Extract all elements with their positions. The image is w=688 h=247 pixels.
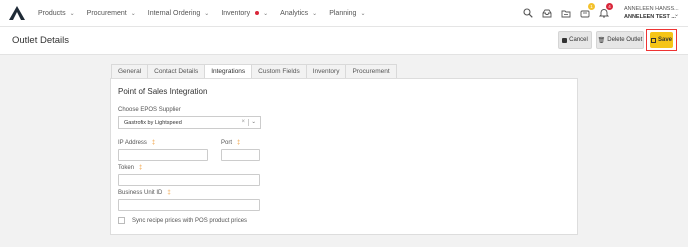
port-label-text: Port (221, 140, 233, 146)
token-label: Token ‡ (118, 165, 142, 171)
cancel-button-label: Cancel (569, 37, 588, 43)
nav-inventory[interactable]: Inventory ⌄ (221, 10, 268, 17)
port-label: Port ‡ (221, 140, 240, 146)
user-organization: ANNELEEN TEST ... (624, 14, 676, 20)
nav-inventory-label: Inventory (221, 9, 251, 17)
chevron-down-icon: ⌄ (130, 10, 136, 17)
sync-prices-label: Sync recipe prices with POS product pric… (132, 218, 248, 224)
integrations-card: Point of Sales Integration Choose EPOS S… (110, 78, 578, 235)
search-icon[interactable] (522, 7, 534, 19)
bell-icon[interactable]: 4 (598, 3, 613, 19)
epos-supplier-value: Gastrofix by Lightspeed (124, 119, 182, 126)
user-menu[interactable]: ANNELEEN HANSS... ANNELEEN TEST ... (624, 5, 679, 21)
required-marker: ‡ (151, 140, 156, 146)
toolbar-icons: 1 4 (522, 3, 617, 19)
nav-products-label: Products (38, 9, 66, 17)
folder-icon[interactable] (560, 7, 572, 19)
nav-internal-ordering[interactable]: Internal Ordering ⌄ (148, 10, 210, 17)
nav-planning[interactable]: Planning ⌄ (329, 10, 365, 17)
tab-general[interactable]: General (111, 64, 149, 79)
business-unit-label: Business Unit ID ‡ (118, 190, 171, 196)
section-title: Point of Sales Integration (118, 87, 208, 96)
tab-procurement[interactable]: Procurement (345, 64, 397, 79)
inbox-icon[interactable] (541, 7, 553, 19)
nav-analytics[interactable]: Analytics ⌄ (280, 10, 317, 17)
app-logo-icon[interactable] (9, 6, 25, 20)
stop-icon (562, 37, 568, 43)
nav-planning-label: Planning (329, 9, 357, 17)
main-menu: Products ⌄ Procurement ⌄ Internal Ordering… (38, 0, 377, 26)
business-unit-input[interactable] (118, 199, 260, 211)
sync-prices-checkbox[interactable] (118, 217, 125, 224)
epos-supplier-select[interactable]: Gastrofix by Lightspeed × ⌄ (118, 116, 261, 129)
notifications-badge: 4 (606, 3, 613, 10)
nav-analytics-label: Analytics (280, 9, 309, 17)
token-label-text: Token (118, 165, 135, 171)
chevron-down-icon: ⌄ (263, 10, 269, 17)
required-marker: ‡ (167, 190, 171, 196)
top-navigation: Products ⌄ Procurement ⌄ Internal Ordering… (0, 0, 688, 27)
chevron-down-icon: ⌄ (204, 10, 210, 17)
ip-address-label: IP Address ‡ (118, 140, 155, 146)
chevron-down-icon: ⌄ (360, 10, 366, 17)
orders-icon[interactable]: 1 (579, 3, 595, 19)
port-input[interactable] (221, 149, 260, 161)
chevron-down-icon: ⌄ (312, 10, 318, 17)
token-input[interactable] (118, 174, 260, 186)
clear-icon[interactable]: × (241, 119, 245, 125)
nav-products[interactable]: Products ⌄ (38, 10, 75, 17)
page-header: Outlet Details Cancel 🗑 Delete Outlet Sa… (0, 27, 688, 55)
tab-integrations[interactable]: Integrations (204, 64, 253, 79)
nav-internal-ordering-label: Internal Ordering (147, 9, 201, 17)
cancel-button[interactable]: Cancel (558, 31, 592, 49)
tab-contact-details[interactable]: Contact Details (147, 64, 206, 79)
tab-inventory[interactable]: Inventory (305, 64, 347, 79)
page-title: Outlet Details (12, 35, 70, 46)
user-name: ANNELEEN HANSS... (624, 6, 679, 12)
floppy-disk-icon (650, 37, 656, 43)
ip-address-input[interactable] (118, 149, 208, 161)
select-separator (248, 119, 249, 126)
tab-custom-fields[interactable]: Custom Fields (251, 64, 307, 79)
supplier-label: Choose EPOS Supplier (118, 107, 181, 113)
chevron-down-icon[interactable]: ⌄ (251, 119, 256, 125)
save-button-label: Save (657, 37, 672, 43)
ip-address-label-text: IP Address (118, 140, 147, 146)
chevron-down-icon: ⌄ (69, 10, 75, 17)
delete-outlet-button[interactable]: 🗑 Delete Outlet (596, 31, 644, 49)
orders-badge: 1 (588, 3, 595, 10)
required-marker: ‡ (139, 165, 143, 171)
alert-dot-icon (255, 11, 260, 15)
chevron-down-icon[interactable]: ⌄ (674, 11, 679, 18)
outlet-tabs: General Contact Details Integrations Cus… (111, 64, 397, 79)
nav-procurement-label: Procurement (86, 9, 127, 17)
business-unit-label-text: Business Unit ID (118, 190, 163, 196)
nav-procurement[interactable]: Procurement ⌄ (87, 10, 136, 17)
save-button[interactable]: Save (650, 32, 673, 48)
trash-icon: 🗑 (597, 37, 606, 44)
required-marker: ‡ (237, 140, 241, 146)
delete-outlet-button-label: Delete Outlet (607, 37, 643, 43)
